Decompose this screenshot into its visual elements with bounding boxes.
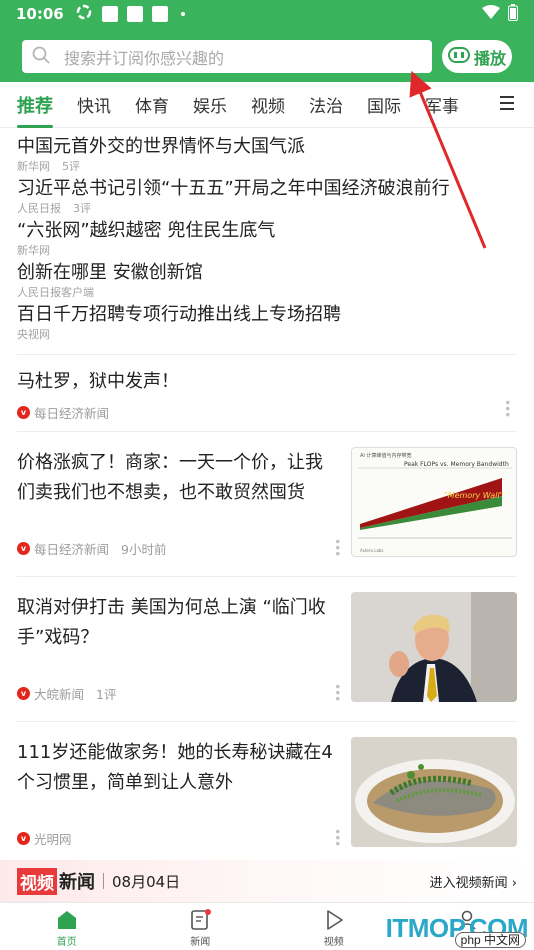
search-input[interactable]: 搜索并订阅你感兴趣的 xyxy=(22,40,432,73)
battery-icon xyxy=(508,3,518,25)
search-row: 搜索并订阅你感兴趣的 播放 xyxy=(0,40,534,73)
headline-source: 新华网 xyxy=(17,160,50,173)
play-label: 播放 xyxy=(473,48,506,68)
news-source: 大皖新闻 xyxy=(34,687,85,702)
nav-home[interactable]: 首页 xyxy=(0,903,134,950)
headline-title: 中国元首外交的世界情怀与大国气派 xyxy=(17,136,305,157)
play-button[interactable]: 播放 xyxy=(442,40,512,73)
search-icon xyxy=(32,46,50,68)
tabs-fade xyxy=(450,82,490,127)
news-source-line: v 光明网 xyxy=(17,829,72,848)
tab-entertainment[interactable]: 娱乐 xyxy=(193,92,227,117)
tab-recommend[interactable]: 推荐 xyxy=(17,92,53,128)
headline-item[interactable]: 习近平总书记引领“十五五”开局之年中国经济破浪前行 人民日报 3评 xyxy=(17,176,517,216)
nav-news-label: 新闻 xyxy=(190,937,211,948)
headline-meta: 新华网 5评 xyxy=(17,160,517,174)
news-title: 111岁还能做家务！她的长寿秘诀藏在4个习惯里，简单到让人意外 xyxy=(17,742,333,793)
video-news-banner[interactable]: 视频 新闻 08月04日 进入视频新闻 › xyxy=(0,860,534,902)
news-source-line: v 每日经济新闻 xyxy=(17,403,517,422)
tab-sports[interactable]: 体育 xyxy=(135,92,169,117)
tab-video[interactable]: 视频 xyxy=(251,92,285,117)
svg-text:Astera Labs: Astera Labs xyxy=(360,548,384,553)
app-header: 10:06 搜索并订阅你感兴趣的 播放 xyxy=(0,0,534,82)
headline-item[interactable]: 创新在哪里 安徽创新馆 人民日报客户端 xyxy=(17,260,517,300)
verified-icon: v xyxy=(17,687,30,700)
status-time: 10:06 xyxy=(16,5,64,23)
enter-video-news-link[interactable]: 进入视频新闻 › xyxy=(430,872,517,891)
headline-title: 习近平总书记引领“十五五”开局之年中国经济破浪前行 xyxy=(17,178,450,199)
svg-text:AI 计算峰值与内存带宽: AI 计算峰值与内存带宽 xyxy=(360,452,412,459)
news-source: 光明网 xyxy=(34,832,72,847)
thumb-chart-title: Peak FLOPs vs. Memory Bandwidth xyxy=(404,461,509,468)
more-notifications-icon xyxy=(180,12,185,16)
watermark-sub: php 中文网 xyxy=(454,932,526,948)
headline-meta: 人民日报客户端 xyxy=(17,286,517,300)
tab-flash[interactable]: 快讯 xyxy=(77,92,111,117)
thumb-chart-label: "Memory Wall" xyxy=(444,491,503,500)
nav-video[interactable]: 视频 xyxy=(267,903,401,950)
headline-meta: 央视网 xyxy=(17,328,517,342)
news-title: 取消对伊打击 美国为何总上演 “临门收手”戏码？ xyxy=(17,597,326,648)
news-thumbnail-photo xyxy=(351,737,517,847)
more-options-icon[interactable]: ••• xyxy=(330,828,344,846)
news-thumbnail-chart: AI 计算峰值与内存带宽 Peak FLOPs vs. Memory Bandw… xyxy=(351,447,517,557)
watermark-sub-wrap: php 中文网 xyxy=(454,929,526,948)
headline-source: 人民日报 xyxy=(17,202,61,215)
notification-icon xyxy=(151,6,168,22)
verified-icon: v xyxy=(17,542,30,555)
banner-tag-video: 视频 xyxy=(17,867,57,895)
headline-title: “六张网”越织越密 兜住民生底气 xyxy=(17,220,276,241)
headline-item[interactable]: 中国元首外交的世界情怀与大国气派 新华网 5评 xyxy=(17,134,517,174)
verified-icon: v xyxy=(17,406,30,419)
tab-law[interactable]: 法治 xyxy=(309,92,343,117)
more-options-icon[interactable]: ••• xyxy=(330,538,344,556)
headline-comments: 5评 xyxy=(62,160,80,173)
menu-icon[interactable] xyxy=(500,96,514,110)
headline-meta: 新华网 xyxy=(17,244,517,258)
wifi-icon xyxy=(482,5,500,23)
notification-icon xyxy=(126,6,143,22)
notification-icon xyxy=(101,6,118,22)
headline-comments: 3评 xyxy=(73,202,91,215)
home-icon xyxy=(57,911,76,929)
news-title: 马杜罗，狱中发声！ xyxy=(17,371,179,392)
news-title: 价格涨疯了！商家：一天一个价，让我们卖我们也不想卖，也不敢贸然囤货 xyxy=(17,452,323,503)
sync-icon xyxy=(76,4,92,24)
news-item[interactable]: 111岁还能做家务！她的长寿秘诀藏在4个习惯里，简单到让人意外 v 光明网 ••… xyxy=(0,722,534,866)
nav-home-label: 首页 xyxy=(56,937,77,948)
status-bar: 10:06 xyxy=(0,0,534,28)
headline-item[interactable]: “六张网”越织越密 兜住民生底气 新华网 xyxy=(17,218,517,258)
more-options-icon[interactable]: ••• xyxy=(330,683,344,701)
headline-source: 人民日报客户端 xyxy=(17,286,94,299)
more-options-icon[interactable]: ••• xyxy=(500,399,514,417)
news-source-line: v 大皖新闻 1评 xyxy=(17,684,116,703)
video-play-icon xyxy=(326,910,343,930)
top-headlines: 中国元首外交的世界情怀与大国气派 新华网 5评 习近平总书记引领“十五五”开局之年… xyxy=(0,128,534,342)
news-source: 每日经济新闻 xyxy=(34,542,110,557)
banner-date: 08月04日 xyxy=(112,872,181,891)
news-item[interactable]: 价格涨疯了！商家：一天一个价，让我们卖我们也不想卖，也不敢贸然囤货 v 每日经济… xyxy=(0,432,534,576)
news-source: 每日经济新闻 xyxy=(34,406,110,421)
headline-source: 央视网 xyxy=(17,328,50,341)
headline-title: 百日千万招聘专项行动推出线上专场招聘 xyxy=(17,304,341,325)
nav-news[interactable]: 新闻 xyxy=(134,903,268,950)
headline-title: 创新在哪里 安徽创新馆 xyxy=(17,262,203,283)
category-tabs: 推荐 快讯 体育 娱乐 视频 法治 国际 军事 xyxy=(0,82,534,128)
news-source-line: v 每日经济新闻 9小时前 xyxy=(17,539,166,558)
news-thumbnail-photo xyxy=(351,592,517,702)
headline-source: 新华网 xyxy=(17,244,50,257)
play-icon xyxy=(447,46,470,67)
tab-international[interactable]: 国际 xyxy=(367,92,401,117)
search-placeholder: 搜索并订阅你感兴趣的 xyxy=(64,48,225,68)
news-time: 9小时前 xyxy=(121,542,167,557)
news-item[interactable]: 取消对伊打击 美国为何总上演 “临门收手”戏码？ v 大皖新闻 1评 ••• xyxy=(0,577,534,721)
banner-divider xyxy=(103,873,104,889)
headline-item[interactable]: 百日千万招聘专项行动推出线上专场招聘 央视网 xyxy=(17,302,517,342)
news-item[interactable]: 马杜罗，狱中发声！ v 每日经济新闻 ••• xyxy=(0,355,534,431)
banner-tag-news: 新闻 xyxy=(59,872,95,893)
verified-icon: v xyxy=(17,832,30,845)
nav-video-label: 视频 xyxy=(323,937,344,948)
headline-meta: 人民日报 3评 xyxy=(17,202,517,216)
news-comments: 1评 xyxy=(96,687,117,702)
